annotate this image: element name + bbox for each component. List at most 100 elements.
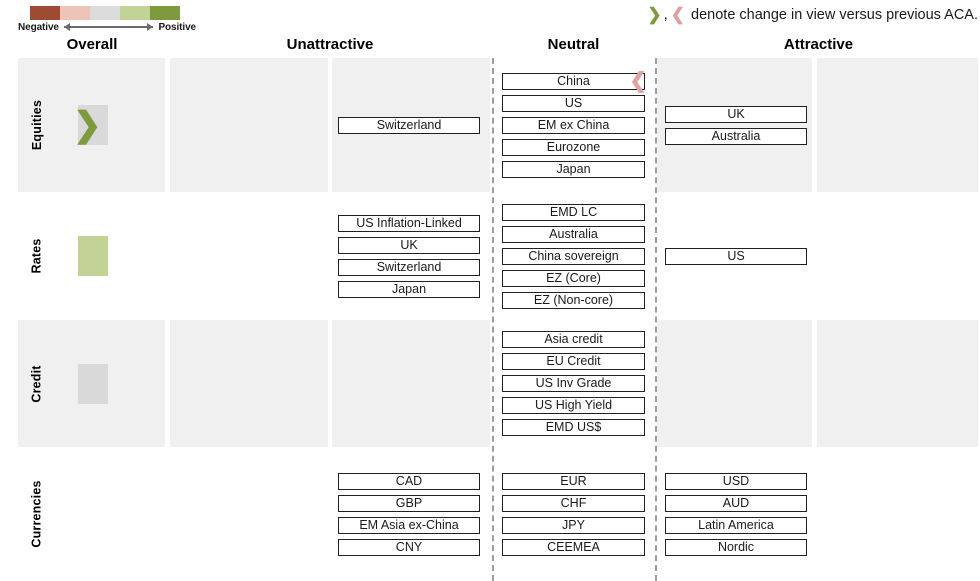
item-chip[interactable]: EU Credit — [502, 353, 645, 370]
cell-rates-unattractive: US Inflation-Linked UK Switzerland Japan — [338, 192, 480, 320]
item-chip[interactable]: EZ (Non-core) — [502, 291, 645, 309]
item-label: Japan — [391, 281, 427, 296]
item-label: CAD — [395, 473, 423, 488]
item-chip[interactable]: Asia credit — [502, 331, 645, 348]
item-chip[interactable]: CEEMEA — [502, 538, 645, 556]
chevron-right-icon: ❯ — [647, 5, 662, 24]
item-label: EUR — [560, 473, 587, 488]
row-label-text: Rates — [30, 238, 45, 274]
column-header-neutral: Neutral — [547, 36, 600, 53]
item-chip[interactable]: USD — [665, 472, 807, 490]
item-chip[interactable]: CHF — [502, 494, 645, 512]
row-band — [332, 320, 490, 447]
item-label: Nordic — [717, 539, 755, 554]
item-label: US Inv Grade — [535, 376, 612, 390]
item-chip[interactable]: Japan — [502, 160, 645, 178]
item-chip[interactable]: US — [502, 94, 645, 112]
item-chip[interactable]: Australia — [665, 127, 807, 145]
item-label: EM Asia ex-China — [359, 517, 459, 532]
change-note-text: denote change in view versus previous AC… — [691, 6, 978, 23]
item-chip[interactable]: AUD — [665, 494, 807, 512]
item-chip[interactable]: China sovereign — [502, 247, 645, 265]
legend-negative-label: Negative — [18, 21, 59, 33]
item-chip[interactable]: Latin America — [665, 516, 807, 534]
row-label-rates: Rates — [26, 192, 48, 320]
cell-currencies-attractive: USD AUD Latin America Nordic — [665, 447, 807, 581]
item-label: Eurozone — [546, 139, 601, 154]
item-chip[interactable]: CAD — [338, 472, 480, 490]
item-chip[interactable]: US Inv Grade — [502, 375, 645, 392]
column-header-unattractive: Unattractive — [286, 36, 374, 53]
overall-indicator — [78, 363, 108, 404]
item-label: Asia credit — [544, 332, 603, 346]
row-band — [817, 320, 978, 447]
item-chip[interactable]: US Inflation-Linked — [338, 214, 480, 232]
item-chip[interactable]: GBP — [338, 494, 480, 512]
overall-indicator — [78, 236, 108, 276]
row-label-text: Currencies — [30, 480, 44, 548]
overall-indicator: ❯ — [73, 105, 108, 145]
item-label: EZ (Non-core) — [533, 292, 614, 307]
matrix-row: Credit Asia credit EU Credit US Inv Grade US… — [0, 320, 980, 447]
overall-swatch — [78, 236, 108, 276]
chevron-right-icon: ❯ — [73, 106, 102, 144]
cell-rates-attractive: US — [665, 192, 807, 320]
asset-class-allocation-matrix: Negative Positive ❯, ❮ denote change in v… — [0, 0, 980, 581]
double-arrow-icon — [63, 21, 154, 33]
legend: Negative Positive — [18, 6, 198, 33]
item-label: China — [557, 73, 590, 88]
item-label: EMD US$ — [545, 420, 602, 434]
cell-equities-attractive: UK Australia — [665, 58, 807, 192]
item-chip[interactable]: EMD LC — [502, 203, 645, 221]
matrix-grid: Equities ❯ Switzerland China ❮ US EM ex China E… — [0, 58, 980, 581]
cell-currencies-neutral: EUR CHF JPY CEEMEA — [502, 447, 645, 581]
legend-gradient-swatches — [30, 6, 180, 20]
item-label: Japan — [556, 161, 591, 176]
item-label: Latin America — [698, 517, 774, 532]
legend-swatch-3 — [120, 6, 150, 20]
item-label: US High Yield — [534, 398, 613, 412]
cell-credit-neutral: Asia credit EU Credit US Inv Grade US High … — [502, 320, 645, 447]
item-label: AUD — [722, 495, 750, 510]
matrix-row: Currencies CAD GBP EM Asia ex-China CNY EUR CH… — [0, 447, 980, 581]
item-label: Switzerland — [376, 259, 442, 274]
row-band — [170, 320, 328, 447]
item-label: Switzerland — [376, 117, 442, 132]
item-chip[interactable]: Switzerland — [338, 116, 480, 134]
item-label: EU Credit — [546, 354, 601, 368]
item-chip[interactable]: EZ (Core) — [502, 269, 645, 287]
item-chip[interactable]: Nordic — [665, 538, 807, 556]
matrix-row: Rates US Inflation-Linked UK Switzerland Jap… — [0, 192, 980, 320]
item-label: USD — [722, 473, 750, 488]
item-chip[interactable]: EM ex China — [502, 116, 645, 134]
item-chip[interactable]: CNY — [338, 538, 480, 556]
item-label: EMD LC — [549, 204, 598, 219]
row-label-currencies: Currencies — [26, 447, 48, 581]
item-chip[interactable]: US High Yield — [502, 397, 645, 414]
item-chip[interactable]: UK — [665, 105, 807, 123]
change-note: ❯, ❮ denote change in view versus previou… — [647, 6, 978, 23]
item-chip[interactable]: JPY — [502, 516, 645, 534]
legend-swatch-0 — [30, 6, 60, 20]
item-label: CHF — [560, 495, 587, 510]
item-chip[interactable]: EUR — [502, 472, 645, 490]
item-chip[interactable]: Japan — [338, 280, 480, 298]
item-label: GBP — [395, 495, 423, 510]
item-chip[interactable]: UK — [338, 236, 480, 254]
item-chip[interactable]: China ❮ — [502, 71, 647, 92]
item-chip[interactable]: EMD US$ — [502, 419, 645, 436]
item-chip[interactable]: US — [665, 247, 807, 265]
item-chip[interactable]: Australia — [502, 225, 645, 243]
item-chip[interactable]: Switzerland — [338, 258, 480, 276]
legend-swatch-2 — [90, 6, 120, 20]
item-label: US Inflation-Linked — [356, 215, 462, 230]
cell-rates-neutral: EMD LC Australia China sovereign EZ (Core) E… — [502, 192, 645, 320]
item-label: China sovereign — [528, 248, 619, 263]
item-label: Australia — [711, 128, 761, 143]
item-label: CEEMEA — [547, 539, 600, 554]
legend-labels: Negative Positive — [18, 21, 196, 33]
item-chip[interactable]: EM Asia ex-China — [338, 516, 480, 534]
row-band — [170, 58, 328, 192]
item-chip[interactable]: Eurozone — [502, 138, 645, 156]
item-label: EM ex China — [537, 117, 610, 132]
